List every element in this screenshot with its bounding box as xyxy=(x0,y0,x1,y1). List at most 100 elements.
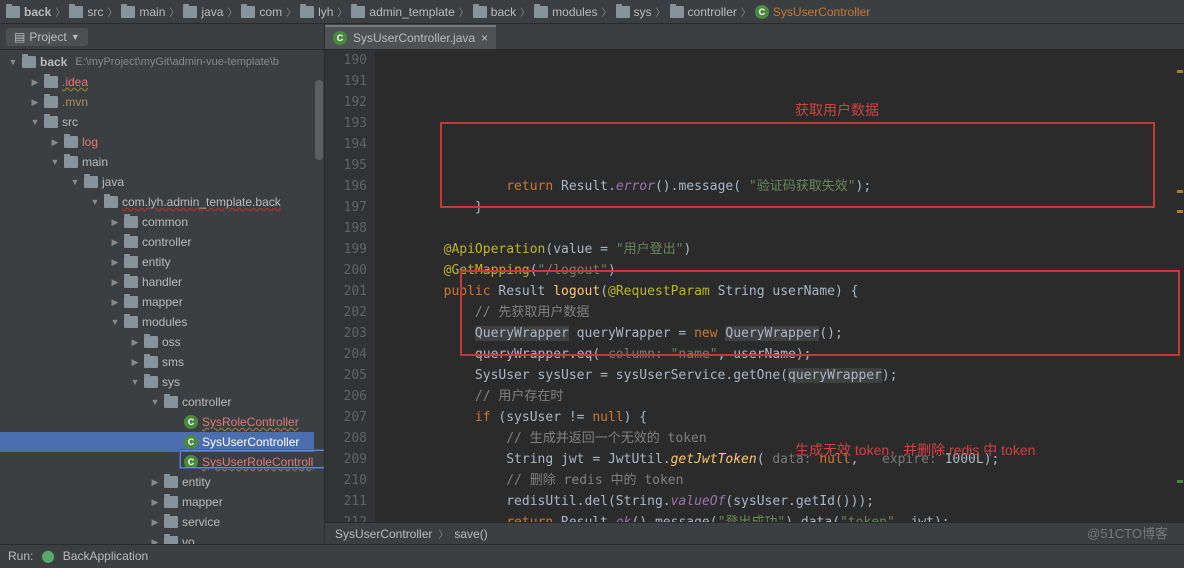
annotation-text: 生成无效 token，并删除 redis 中 token xyxy=(795,440,1035,461)
breadcrumbs: back〉 src〉 main〉 java〉 com〉 lyh〉 admin_t… xyxy=(0,0,1184,24)
tree-item[interactable]: ▶vo xyxy=(0,532,324,544)
tree-item[interactable]: ▼com.lyh.admin_template.back xyxy=(0,192,324,212)
bc-item[interactable]: java xyxy=(183,5,223,19)
bc-item[interactable]: admin_template xyxy=(351,5,454,19)
tree-item[interactable]: ▼main xyxy=(0,152,324,172)
folder-icon xyxy=(121,6,135,18)
bc-item[interactable]: back xyxy=(6,5,51,19)
folder-icon xyxy=(44,116,58,128)
class-icon: C xyxy=(184,455,198,469)
code-area[interactable]: 1901911921931941951961971981992002012022… xyxy=(325,50,1184,522)
folder-icon xyxy=(84,176,98,188)
editor: C SysUserController.java × 1901911921931… xyxy=(325,24,1184,544)
tree-item[interactable]: ▶mapper xyxy=(0,292,324,312)
tree-item[interactable]: CSysUserRoleController xyxy=(0,452,324,472)
editor-tabs: C SysUserController.java × xyxy=(325,24,1184,50)
folder-icon xyxy=(6,6,20,18)
folder-icon xyxy=(164,536,178,544)
class-icon: C xyxy=(184,415,198,429)
bc-item[interactable]: main xyxy=(121,5,165,19)
tree-item[interactable]: ▶.idea xyxy=(0,72,324,92)
project-dropdown[interactable]: ▤ Project ▼ xyxy=(6,28,88,46)
run-config[interactable]: BackApplication xyxy=(63,549,148,563)
tree-item[interactable]: ▶handler xyxy=(0,272,324,292)
tree-item[interactable]: CSysUserController xyxy=(0,432,324,452)
tab-label: SysUserController.java xyxy=(353,31,475,45)
folder-icon xyxy=(473,6,487,18)
bc-item[interactable]: lyh xyxy=(300,5,333,19)
bottom-bar: Run: ⬤ BackApplication xyxy=(0,544,1184,566)
folder-icon xyxy=(144,376,158,388)
chevron-down-icon: ▼ xyxy=(71,32,80,42)
project-tree[interactable]: ▼ backE:\myProject\myGit\admin-vue-templ… xyxy=(0,50,324,544)
bc-item[interactable]: com xyxy=(241,5,282,19)
folder-icon xyxy=(69,6,83,18)
scrollbar[interactable] xyxy=(314,50,324,544)
project-icon: ▤ xyxy=(14,30,25,44)
folder-icon xyxy=(616,6,630,18)
tree-item[interactable]: ▼modules xyxy=(0,312,324,332)
bc-item[interactable]: back xyxy=(473,5,516,19)
tree-item[interactable]: ▶entity xyxy=(0,472,324,492)
scrollbar-thumb[interactable] xyxy=(315,80,323,160)
folder-icon xyxy=(124,296,138,308)
folder-icon xyxy=(144,336,158,348)
folder-icon xyxy=(164,496,178,508)
folder-icon xyxy=(124,256,138,268)
sidebar-header: ▤ Project ▼ xyxy=(0,24,324,50)
marker-bar[interactable] xyxy=(1174,50,1184,522)
editor-breadcrumb[interactable]: SysUserController〉save() xyxy=(325,522,1184,544)
folder-icon xyxy=(64,136,78,148)
folder-icon xyxy=(300,6,314,18)
tree-item[interactable]: ▶entity xyxy=(0,252,324,272)
tree-item[interactable]: ▶.mvn xyxy=(0,92,324,112)
gutter: 1901911921931941951961971981992002012022… xyxy=(325,50,375,522)
bc-item[interactable]: sys xyxy=(616,5,652,19)
class-icon: C xyxy=(755,5,769,19)
tree-item[interactable]: ▼src xyxy=(0,112,324,132)
tree-item[interactable]: ▼java xyxy=(0,172,324,192)
folder-icon xyxy=(64,156,78,168)
code-content[interactable]: 获取用户数据 生成无效 token，并删除 redis 中 token retu… xyxy=(375,50,1184,522)
tree-item[interactable]: CSysRoleController xyxy=(0,412,324,432)
bc-item[interactable]: modules xyxy=(534,5,597,19)
folder-icon xyxy=(164,516,178,528)
folder-icon xyxy=(124,236,138,248)
tree-item[interactable]: ▶controller xyxy=(0,232,324,252)
folder-icon xyxy=(22,56,36,68)
folder-icon xyxy=(351,6,365,18)
tree-item[interactable]: ▶sms xyxy=(0,352,324,372)
tree-root[interactable]: ▼ backE:\myProject\myGit\admin-vue-templ… xyxy=(0,52,324,72)
tree-item[interactable]: ▶oss xyxy=(0,332,324,352)
folder-icon xyxy=(144,356,158,368)
run-label: Run: xyxy=(8,549,33,563)
folder-icon xyxy=(124,316,138,328)
tree-item[interactable]: ▶mapper xyxy=(0,492,324,512)
folder-icon xyxy=(164,476,178,488)
bc-item[interactable]: CSysUserController xyxy=(755,5,870,19)
bc-item[interactable]: src xyxy=(69,5,103,19)
run-icon[interactable]: ⬤ xyxy=(41,549,54,563)
tab-file[interactable]: C SysUserController.java × xyxy=(325,25,496,49)
folder-icon xyxy=(104,196,118,208)
tree-item[interactable]: ▶service xyxy=(0,512,324,532)
class-icon: C xyxy=(184,435,198,449)
folder-icon xyxy=(124,276,138,288)
bc-item[interactable]: controller xyxy=(670,5,737,19)
folder-icon xyxy=(44,76,58,88)
folder-icon xyxy=(241,6,255,18)
folder-icon xyxy=(164,396,178,408)
project-sidebar: ▤ Project ▼ ▼ backE:\myProject\myGit\adm… xyxy=(0,24,325,544)
annotation-text: 获取用户数据 xyxy=(795,100,879,121)
folder-icon xyxy=(44,96,58,108)
watermark: @51CTO博客 xyxy=(1087,523,1168,542)
folder-icon xyxy=(670,6,684,18)
folder-icon xyxy=(534,6,548,18)
folder-icon xyxy=(124,216,138,228)
folder-icon xyxy=(183,6,197,18)
tree-item[interactable]: ▼controller xyxy=(0,392,324,412)
tree-item[interactable]: ▶common xyxy=(0,212,324,232)
tree-item[interactable]: ▼sys xyxy=(0,372,324,392)
tree-item[interactable]: ▶log xyxy=(0,132,324,152)
close-icon[interactable]: × xyxy=(481,31,488,45)
